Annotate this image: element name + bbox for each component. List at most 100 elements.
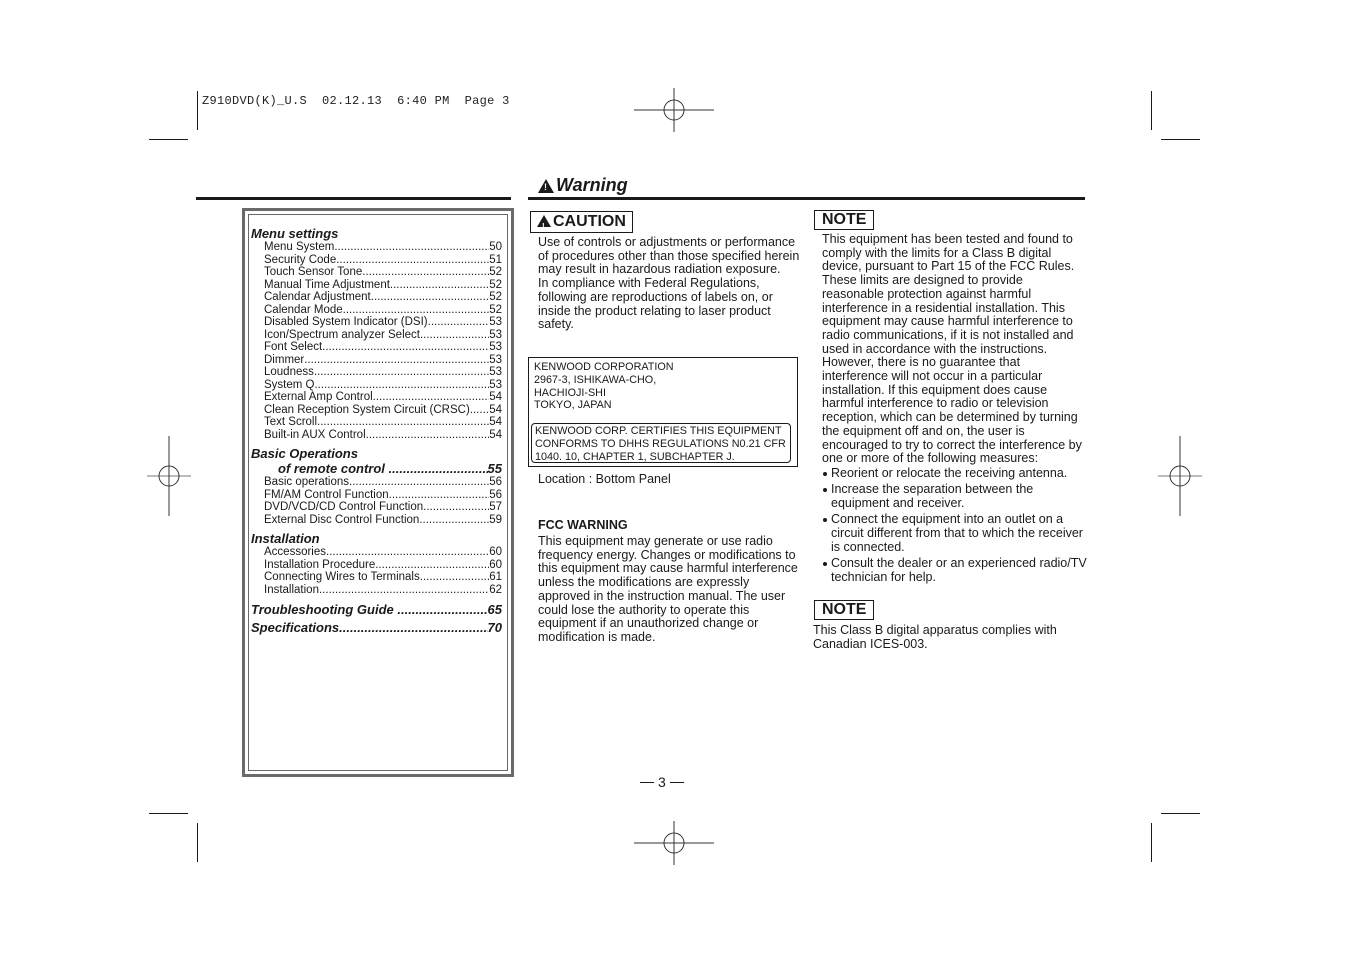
toc-major-entry[interactable]: Specifications 70	[251, 620, 502, 635]
toc-entry-page: 53	[489, 378, 502, 391]
registration-mark-icon	[634, 821, 714, 865]
toc-leader	[304, 354, 489, 367]
toc-entry-title: Installation Procedure	[264, 558, 376, 571]
toc-entry-page: 50	[489, 241, 502, 253]
toc-entry[interactable]: Calendar Mode 52	[251, 304, 502, 317]
toc-entry[interactable]: System Q 53	[251, 379, 502, 392]
toc-entry[interactable]: Icon/Spectrum analyzer Select 53	[251, 329, 502, 342]
toc-entry[interactable]: FM/AM Control Function 56	[251, 489, 502, 502]
page-number: 3	[640, 774, 684, 790]
toc-heading-page: 55	[487, 461, 502, 476]
toc-entry-title: External Amp Control	[264, 391, 373, 403]
toc-entry[interactable]: Clean Reception System Circuit (CRSC) 54	[251, 404, 502, 417]
toc-leader	[373, 391, 490, 404]
toc-leader	[314, 379, 489, 392]
toc-entry[interactable]: Calendar Adjustment 52	[251, 291, 502, 304]
toc-entry[interactable]: Basic operations 56	[251, 476, 502, 489]
toc-entry-page: 54	[489, 403, 502, 416]
warning-heading: Warning	[538, 175, 628, 196]
caution-label-text: CAUTION	[553, 213, 626, 230]
toc-entry[interactable]: Manual Time Adjustment 52	[251, 279, 502, 292]
toc-leader	[334, 241, 489, 254]
slug-file: Z910DVD(K)_U.S	[202, 94, 308, 108]
toc-entry[interactable]: Connecting Wires to Terminals 61	[251, 571, 502, 584]
toc-entry-title: System Q	[264, 378, 315, 391]
toc-section-heading: Installation	[251, 531, 320, 546]
toc-entry-page: 53	[489, 341, 502, 353]
toc-leader	[397, 602, 487, 617]
toc-entry[interactable]: Installation Procedure 60	[251, 559, 502, 572]
toc-entry-title: Installation	[264, 583, 319, 596]
toc-entry-page: 56	[489, 476, 502, 488]
toc-entry-title: Text Scroll	[264, 416, 318, 428]
toc-entry[interactable]: External Disc Control Function 59	[251, 514, 502, 527]
toc-entry[interactable]: Security Code 51	[251, 254, 502, 267]
toc-entry-page: 53	[489, 328, 502, 341]
toc-entry-title: Touch Sensor Tone	[264, 266, 363, 278]
toc-major-page: 65	[487, 602, 502, 617]
toc-entry[interactable]: DVD/VCD/CD Control Function 57	[251, 501, 502, 514]
toc-section-heading: Menu settings	[251, 226, 339, 241]
page-dash	[640, 781, 654, 783]
toc-entry-page: 59	[489, 513, 502, 526]
toc-section-items: Accessories60Installation Procedure60Con…	[251, 546, 502, 596]
toc-entry[interactable]: External Amp Control 54	[251, 391, 502, 404]
note-measures-list: Reorient or relocate the receiving anten…	[822, 466, 1092, 587]
toc-entry[interactable]: Disabled System Indicator (DSI) 53	[251, 316, 502, 329]
list-item: Reorient or relocate the receiving anten…	[822, 466, 1092, 481]
toc-entry[interactable]: Installation 62	[251, 584, 502, 597]
warning-triangle-icon	[538, 178, 554, 193]
toc-leader	[343, 304, 490, 317]
crop-mark	[1161, 813, 1200, 814]
toc-major-title: Specifications	[251, 620, 340, 635]
toc-entry-title: Loudness	[264, 366, 314, 378]
crop-mark	[197, 823, 198, 862]
page-dash	[669, 781, 684, 783]
printer-slug: Z910DVD(K)_U.S 02.12.13 6:40 PM Page 3	[202, 94, 510, 108]
toc-entry[interactable]: Loudness 53	[251, 366, 502, 379]
toc-leader	[371, 291, 489, 304]
toc-leader	[317, 416, 489, 429]
fcc-warning-heading: FCC WARNING	[538, 518, 628, 532]
note-label: NOTE	[814, 600, 875, 620]
toc-entry[interactable]: Accessories 60	[251, 546, 502, 559]
toc-leader	[428, 316, 490, 329]
registration-mark-icon	[1158, 436, 1202, 516]
toc-entry-page: 54	[489, 428, 502, 441]
label-location: Location : Bottom Panel	[538, 472, 671, 486]
toc-entry[interactable]: Font Select 53	[251, 341, 502, 354]
toc-entry-page: 53	[489, 353, 502, 366]
toc-entry[interactable]: Built-in AUX Control 54	[251, 429, 502, 442]
note-canada-text: This Class B digital apparatus complies …	[813, 623, 1057, 651]
toc-entry-title: Manual Time Adjustment	[264, 278, 390, 291]
toc-entry[interactable]: Text Scroll 54	[251, 416, 502, 429]
fcc-warning-text: This equipment may generate or use radio…	[538, 534, 798, 644]
toc-leader	[420, 329, 489, 342]
toc-entry[interactable]: Dimmer 53	[251, 354, 502, 367]
toc-section-heading-line2[interactable]: of remote control 55	[251, 461, 502, 476]
note-label-text: NOTE	[822, 601, 867, 618]
toc-entry-title: Icon/Spectrum analyzer Select	[264, 328, 420, 341]
toc-entry-page: 61	[489, 571, 502, 583]
toc-entry-page: 52	[489, 278, 502, 291]
toc-entry-page: 60	[489, 558, 502, 571]
warning-title-text: Warning	[556, 175, 628, 195]
slug-page: Page 3	[464, 94, 510, 108]
toc-entry-page: 60	[489, 546, 502, 558]
toc-major-page: 70	[487, 620, 502, 635]
toc-section-heading: Basic Operations	[251, 446, 358, 461]
crop-mark	[197, 91, 198, 130]
toc-leader	[336, 254, 489, 267]
toc-entry[interactable]: Touch Sensor Tone 52	[251, 266, 502, 279]
slug-time: 6:40 PM	[397, 94, 450, 108]
toc-entry-title: Security Code	[264, 253, 337, 266]
toc-section-items: Menu System50Security Code51Touch Sensor…	[251, 241, 502, 441]
toc-entry-title: Dimmer	[264, 353, 305, 366]
toc-leader	[389, 461, 488, 476]
list-item: Consult the dealer or an experienced rad…	[822, 556, 1092, 585]
toc-major-entry[interactable]: Troubleshooting Guide 65	[251, 602, 502, 617]
toc-leader	[419, 514, 489, 527]
toc-entry[interactable]: Menu System 50	[251, 241, 502, 254]
laser-label: KENWOOD CORPORATION 2967-3, ISHIKAWA-CHO…	[528, 357, 798, 467]
note-label-text: NOTE	[822, 211, 867, 228]
